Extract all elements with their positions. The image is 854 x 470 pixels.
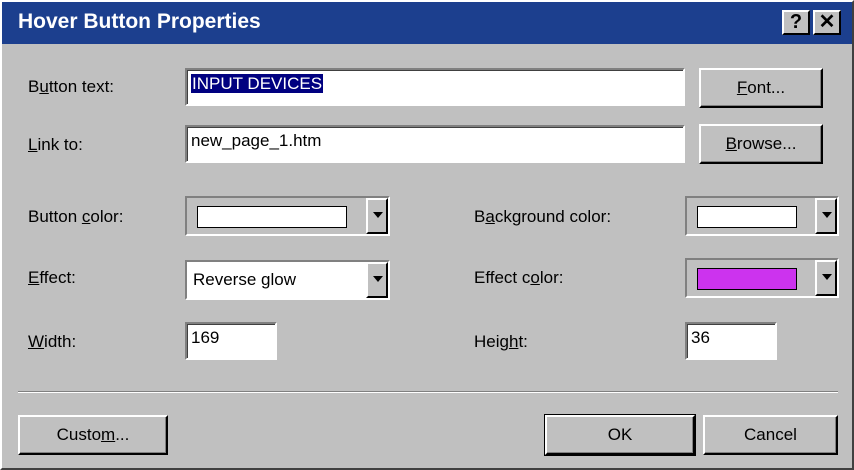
width-input[interactable]: 169 bbox=[185, 322, 277, 360]
cancel-button[interactable]: Cancel bbox=[703, 415, 838, 455]
close-icon[interactable]: ✕ bbox=[813, 10, 841, 35]
effect-color-picker[interactable] bbox=[685, 258, 839, 298]
background-color-label: Background color: bbox=[474, 207, 612, 226]
custom-button[interactable]: Custom... bbox=[18, 415, 168, 455]
background-color-picker[interactable] bbox=[685, 196, 839, 236]
button-text-value: INPUT DEVICES bbox=[191, 74, 324, 93]
width-label: Width: bbox=[28, 332, 77, 351]
effect-value: Reverse glow bbox=[193, 270, 296, 289]
effect-color-label: Effect color: bbox=[474, 268, 564, 287]
button-color-swatch bbox=[197, 206, 347, 228]
button-color-label: Button color: bbox=[28, 207, 124, 226]
chevron-down-icon[interactable] bbox=[815, 260, 837, 296]
effect-label: Effect: bbox=[28, 268, 76, 287]
ok-button[interactable]: OK bbox=[544, 414, 696, 456]
hover-button-properties-dialog: Hover Button Properties ? ✕ Button text:… bbox=[0, 0, 854, 470]
button-text-label: Button text: bbox=[28, 77, 115, 96]
chevron-down-icon[interactable] bbox=[366, 198, 388, 234]
font-button[interactable]: Font... bbox=[699, 68, 823, 108]
button-text-input[interactable]: INPUT DEVICES bbox=[185, 68, 685, 106]
chevron-down-icon[interactable] bbox=[815, 198, 837, 234]
effect-select[interactable]: Reverse glow bbox=[185, 260, 390, 300]
chevron-down-icon[interactable] bbox=[366, 262, 388, 298]
title-bar[interactable]: Hover Button Properties ? ✕ bbox=[2, 2, 852, 44]
link-to-input[interactable]: new_page_1.htm bbox=[185, 125, 685, 163]
height-label: Height: bbox=[474, 332, 528, 351]
help-icon[interactable]: ? bbox=[782, 10, 810, 35]
effect-color-swatch bbox=[697, 268, 797, 290]
browse-button[interactable]: Browse... bbox=[699, 124, 823, 164]
divider bbox=[18, 391, 838, 393]
button-color-picker[interactable] bbox=[185, 196, 390, 236]
link-to-label: Link to: bbox=[28, 135, 83, 154]
dialog-title: Hover Button Properties bbox=[18, 10, 261, 33]
height-input[interactable]: 36 bbox=[685, 322, 777, 360]
background-color-swatch bbox=[697, 206, 797, 228]
